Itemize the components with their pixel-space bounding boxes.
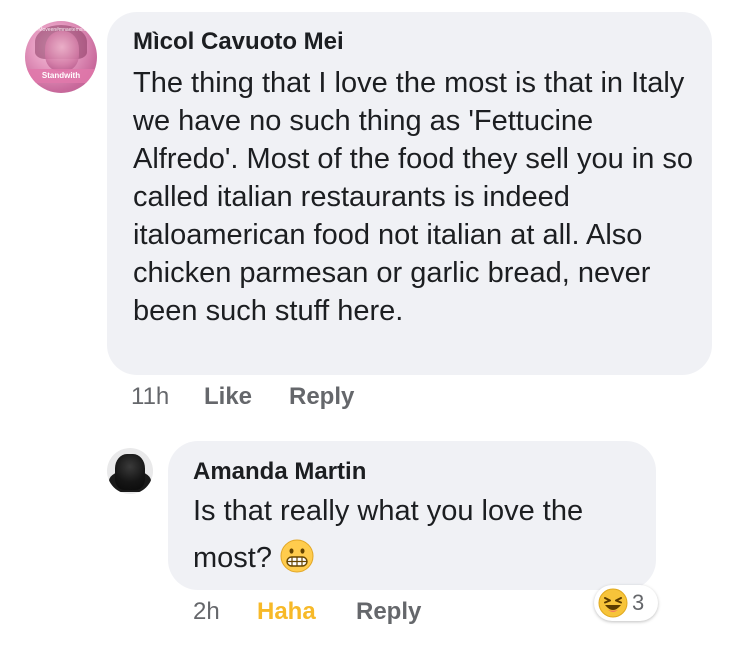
reply-author[interactable]: Amanda Martin: [193, 458, 366, 486]
like-button[interactable]: Like: [204, 382, 252, 412]
comment-text: The thing that I love the most is that i…: [133, 67, 694, 327]
reply-button[interactable]: Reply: [289, 382, 354, 412]
reaction-summary[interactable]: 3: [594, 585, 658, 621]
comment-timestamp[interactable]: 11h: [131, 383, 169, 410]
avatar-banner: Standwith: [25, 69, 97, 83]
reply-reply-button[interactable]: Reply: [356, 597, 421, 627]
avatar-face: [45, 31, 79, 71]
haha-reaction-button[interactable]: Haha: [257, 597, 316, 627]
comment-author[interactable]: Mìcol Cavuoto Mei: [133, 28, 344, 56]
avatar-micol[interactable]: #Moveen#mnaetemsfa Standwith: [25, 21, 97, 93]
reply-text: Is that really what you love the most?: [193, 495, 584, 574]
reply-text-block: Is that really what you love the most?: [193, 488, 643, 582]
reaction-count: 3: [632, 590, 645, 615]
reply-timestamp[interactable]: 2h: [193, 598, 220, 625]
grimacing-face-icon: [280, 539, 314, 573]
reply-actions: 2h Haha Reply: [193, 597, 421, 627]
laughing-face-icon: [598, 588, 628, 618]
avatar-head: [115, 454, 145, 490]
comment-actions: 11h Like Reply: [131, 382, 354, 412]
avatar-top-text: #Moveen#mnaetemsfa: [35, 27, 87, 33]
avatar-amanda[interactable]: [107, 448, 153, 494]
